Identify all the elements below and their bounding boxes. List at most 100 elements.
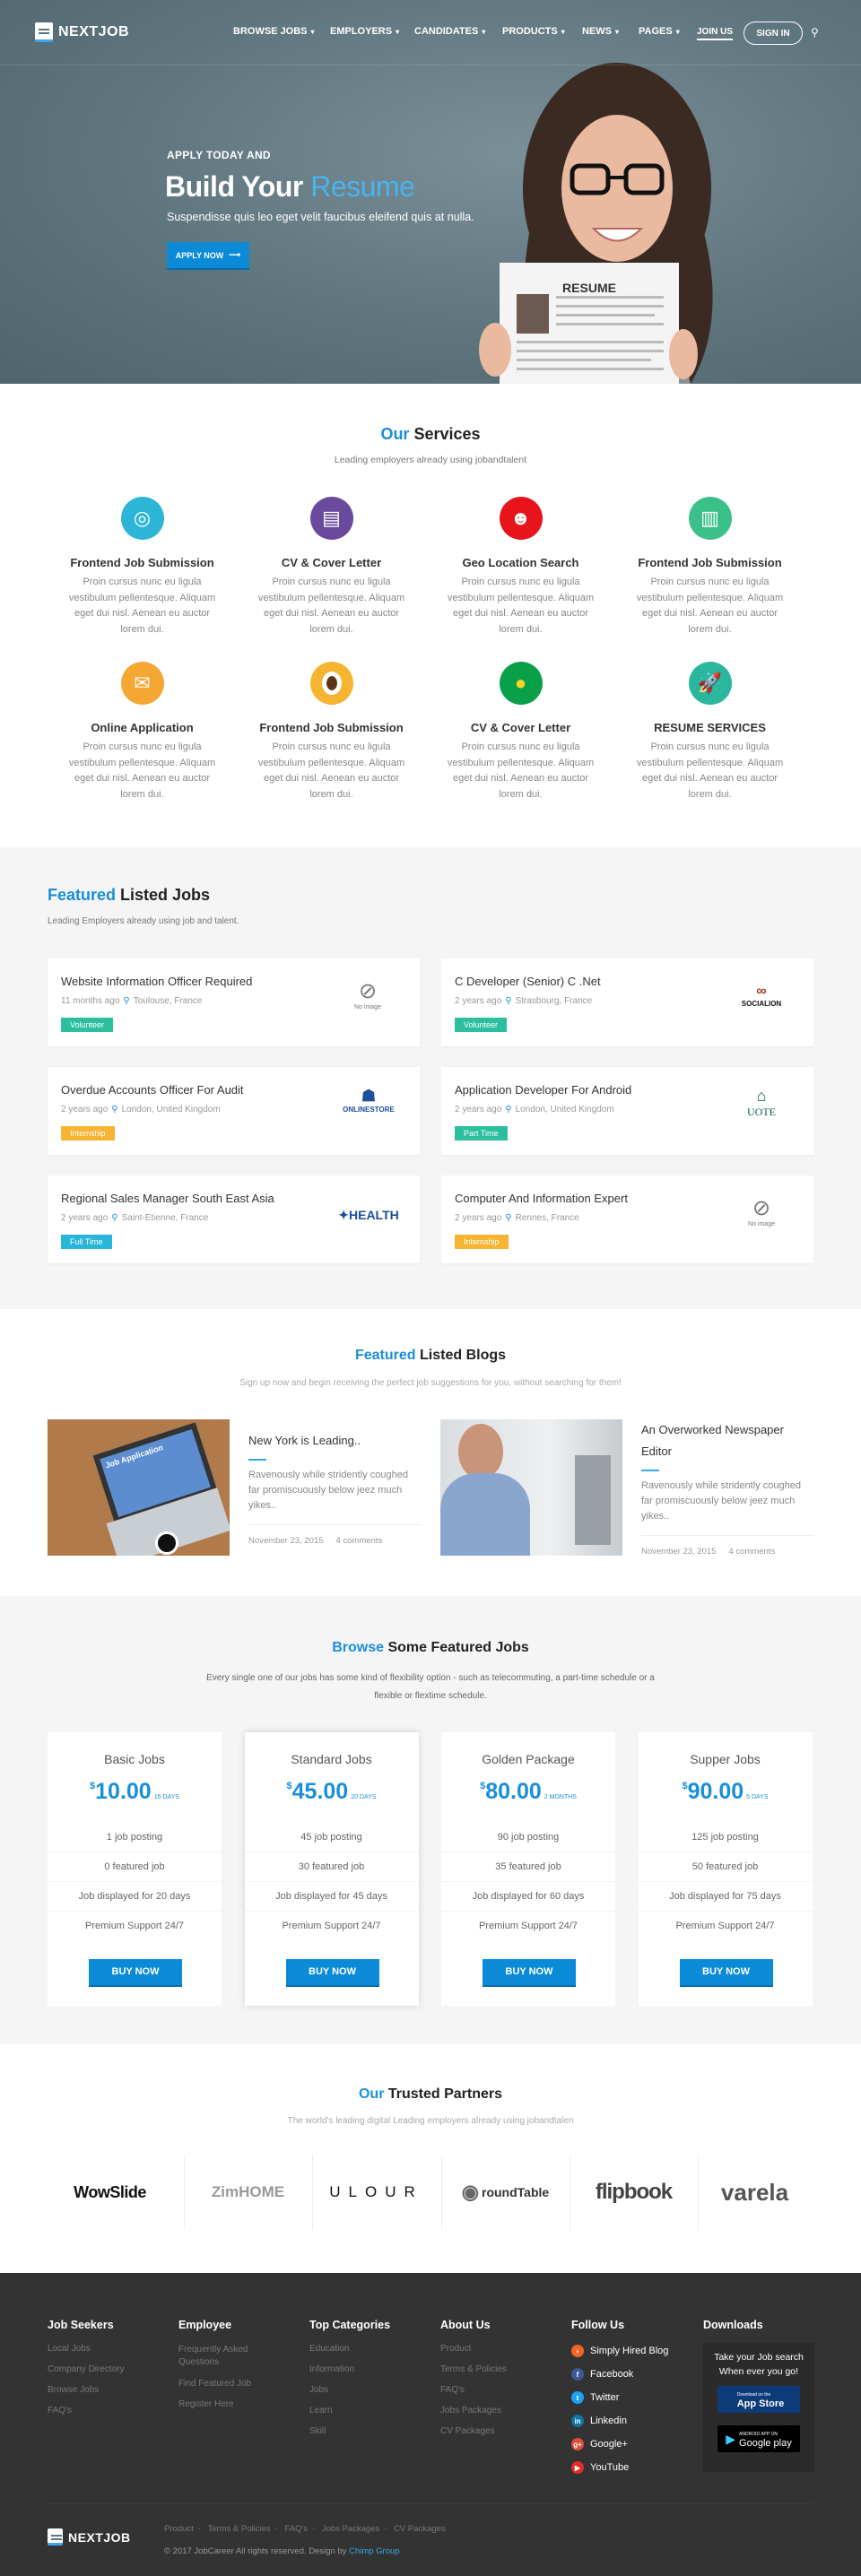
- job-card[interactable]: Computer And Information Expert 2 years a…: [441, 1175, 813, 1263]
- company-logo: ⌂ UOTE: [735, 1087, 788, 1119]
- buy-now-button[interactable]: BUY NOW: [285, 1959, 379, 1985]
- no-image-camera-icon: ⊘: [358, 979, 378, 1003]
- job-title[interactable]: Regional Sales Manager South East Asia: [61, 1192, 274, 1205]
- footer-link[interactable]: Local Jobs: [48, 2344, 173, 2355]
- bottom-link[interactable]: Jobs Packages: [322, 2524, 379, 2534]
- footer-logo[interactable]: NEXTJOB: [48, 2528, 131, 2546]
- nav-label: NEWS: [582, 26, 612, 37]
- job-title[interactable]: Computer And Information Expert: [455, 1192, 628, 1205]
- job-card[interactable]: Website Information Officer Required 11 m…: [48, 958, 420, 1046]
- image-caption: Job Application: [104, 1443, 165, 1470]
- hero-kicker: APPLY TODAY AND: [167, 149, 271, 161]
- blog-comments[interactable]: 4 comments: [728, 1547, 775, 1557]
- job-age: 2 years ago: [455, 996, 502, 1006]
- footer-link[interactable]: Skill: [309, 2426, 435, 2437]
- footer-heading: Employee: [178, 2319, 232, 2331]
- footer-link[interactable]: Information: [309, 2364, 435, 2375]
- buy-now-button[interactable]: BUY NOW: [679, 1959, 773, 1985]
- job-card[interactable]: C Developer (Senior) C .Net 2 years ago ⚲ S…: [441, 958, 813, 1046]
- footer-link[interactable]: Learn: [309, 2406, 435, 2416]
- nav-employers[interactable]: EMPLOYERS ▾: [330, 26, 399, 37]
- service-name: Online Application: [91, 721, 194, 734]
- logo-text: UOTE: [747, 1106, 776, 1118]
- nav-news[interactable]: NEWS ▾: [582, 26, 619, 37]
- blog-title[interactable]: New York is Leading..: [248, 1430, 422, 1452]
- service-text: Proin cursus nunc eu ligula vestibulum p…: [447, 577, 595, 635]
- social-link-twitter[interactable]: t Twitter: [571, 2390, 697, 2405]
- partner-logo-ulour[interactable]: ULOUR: [312, 2155, 440, 2230]
- partner-logo-zimhome[interactable]: ZimHOME: [184, 2155, 312, 2230]
- partner-logo-roundtable[interactable]: ◉ roundTable: [441, 2155, 570, 2230]
- social-link-linkedin[interactable]: in Linkedin: [571, 2414, 697, 2428]
- social-link-youtube[interactable]: ▶ YouTube: [571, 2460, 697, 2475]
- job-type-badge: Part Time: [455, 1126, 508, 1141]
- blog-image-laptop[interactable]: Job Application: [48, 1419, 230, 1556]
- designer-link[interactable]: Chimp Group: [349, 2546, 400, 2556]
- nav-pages[interactable]: PAGES ▾: [639, 26, 680, 37]
- job-card[interactable]: Regional Sales Manager South East Asia 2 …: [48, 1175, 420, 1263]
- social-link-google-plus[interactable]: g+ Google+: [571, 2437, 697, 2451]
- bottom-link[interactable]: CV Packages: [394, 2524, 446, 2534]
- partner-logo-flipbook[interactable]: flipbook: [570, 2155, 698, 2230]
- social-link-blog[interactable]: ◗ Simply Hired Blog: [571, 2344, 697, 2358]
- google-play-button[interactable]: ▶ ANDROID APP ON Google play: [718, 2425, 800, 2452]
- job-card[interactable]: Overdue Accounts Officer For Audit 2 year…: [48, 1067, 420, 1155]
- footer-link[interactable]: Jobs Packages: [440, 2406, 566, 2416]
- blog-comments[interactable]: 4 comments: [335, 1536, 382, 1546]
- bottom-link[interactable]: Product: [164, 2524, 194, 2534]
- buy-now-button[interactable]: BUY NOW: [483, 1959, 576, 1985]
- social-link-facebook[interactable]: f Facebook: [571, 2367, 697, 2381]
- plan-feature: Premium Support 24/7: [675, 1921, 775, 1931]
- blogs-subtitle: Sign up now and begin receiving the perf…: [239, 1378, 622, 1388]
- partner-logo-wowslide[interactable]: WowSlide: [46, 2155, 174, 2230]
- job-age: 2 years ago: [455, 1105, 502, 1115]
- partners-subtitle: The world's leading digital Leading empl…: [287, 2116, 574, 2126]
- footer-link[interactable]: FAQ's: [48, 2406, 173, 2416]
- job-age: 2 years ago: [455, 1213, 502, 1223]
- blog-title[interactable]: An Overworked Newspaper Editor: [641, 1419, 814, 1462]
- job-title[interactable]: C Developer (Senior) C .Net: [455, 975, 601, 988]
- blog-image-man[interactable]: [440, 1419, 622, 1556]
- footer-link[interactable]: Register Here: [178, 2399, 268, 2410]
- footer-column-top-categories: Top Categories Education Information Job…: [309, 2319, 435, 2447]
- job-meta: 2 years ago ⚲ Strasbourg, France: [455, 996, 592, 1006]
- footer-link[interactable]: FAQ's: [440, 2385, 566, 2396]
- plan-feature: 50 featured job: [638, 1852, 813, 1882]
- partner-logo-varela[interactable]: varela: [691, 2155, 819, 2230]
- sign-in-button[interactable]: SIGN IN: [744, 22, 803, 45]
- footer-link[interactable]: Company Directory: [48, 2364, 173, 2375]
- job-title[interactable]: Overdue Accounts Officer For Audit: [61, 1083, 244, 1097]
- nav-browse-jobs[interactable]: BROWSE JOBS ▾: [233, 26, 315, 37]
- footer-link[interactable]: Browse Jobs: [48, 2385, 173, 2396]
- plan-price: $80.00 2 MONTHS: [441, 1779, 615, 1805]
- nav-products[interactable]: PRODUCTS ▾: [502, 26, 565, 37]
- search-icon[interactable]: ⚲: [811, 26, 819, 39]
- service-name: Frontend Job Submission: [638, 556, 782, 569]
- service-item: ▥ Frontend Job Submission Proin cursus nun…: [615, 497, 804, 662]
- footer-link[interactable]: Education: [309, 2344, 435, 2355]
- bottom-link[interactable]: Terms & Policies: [207, 2524, 270, 2534]
- job-card[interactable]: Application Developer For Android 2 years…: [441, 1067, 813, 1155]
- footer-link[interactable]: Product: [440, 2344, 566, 2355]
- job-title[interactable]: Application Developer For Android: [455, 1083, 631, 1097]
- footer-link[interactable]: Frequently Asked Questions: [178, 2344, 268, 2369]
- footer-link[interactable]: Terms & Policies: [440, 2364, 566, 2375]
- plan-name: Golden Package: [482, 1752, 575, 1766]
- site-logo[interactable]: NEXTJOB: [35, 22, 129, 42]
- buy-now-button[interactable]: BUY NOW: [89, 1959, 182, 1985]
- nav-candidates[interactable]: CANDIDATES ▾: [414, 26, 485, 37]
- service-text: Proin cursus nunc eu ligula vestibulum p…: [447, 742, 595, 800]
- apply-now-button[interactable]: APPLY NOW ⟶: [167, 242, 249, 268]
- join-us-link[interactable]: JOIN US: [697, 27, 734, 40]
- twitter-icon: t: [571, 2391, 584, 2404]
- period: 20 DAYS: [351, 1794, 377, 1800]
- footer-link[interactable]: Jobs: [309, 2385, 435, 2396]
- divider: [641, 1535, 814, 1536]
- footer-link[interactable]: CV Packages: [440, 2426, 566, 2437]
- app-store-button[interactable]: Download on the App Store: [718, 2386, 800, 2413]
- services-subtitle: Leading employers already using jobandta…: [334, 455, 527, 465]
- job-title[interactable]: Website Information Officer Required: [61, 975, 252, 988]
- bottom-link[interactable]: FAQ's: [284, 2524, 308, 2534]
- footer-link[interactable]: Find Featured Job: [178, 2379, 268, 2390]
- infinity-logo-icon: ∞: [756, 984, 767, 999]
